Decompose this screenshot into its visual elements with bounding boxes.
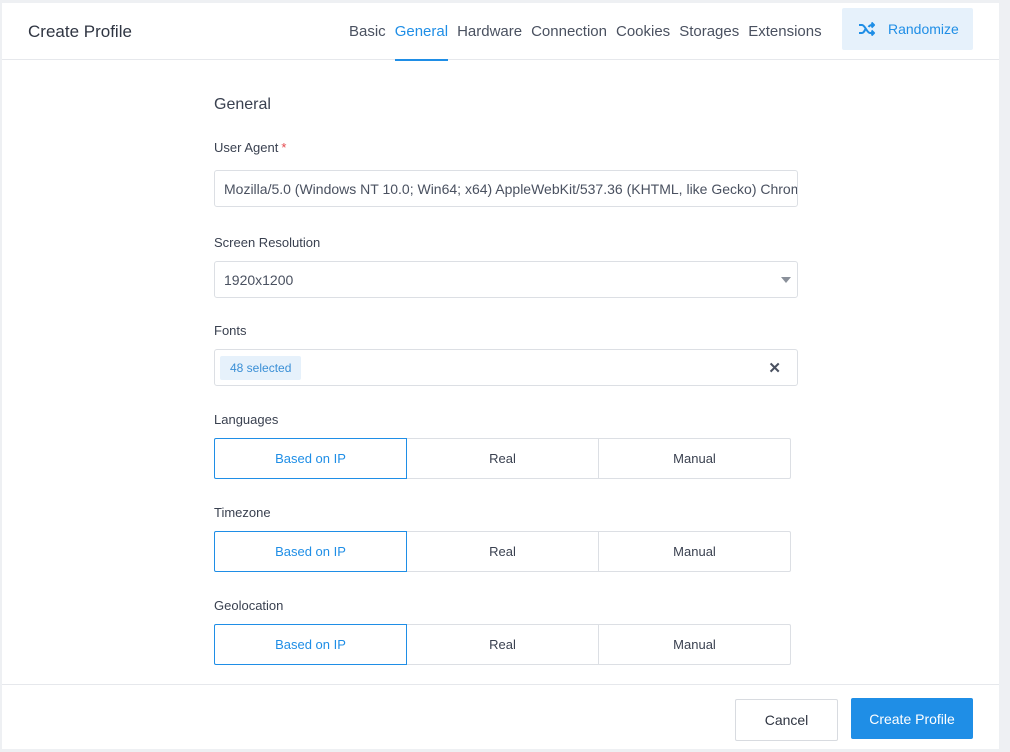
languages-option-manual[interactable]: Manual: [598, 438, 791, 479]
timezone-option-based-on-ip[interactable]: Based on IP: [214, 531, 407, 572]
dialog-header: Create Profile Basic General Hardware Co…: [2, 3, 999, 61]
user-agent-input[interactable]: Mozilla/5.0 (Windows NT 10.0; Win64; x64…: [214, 170, 798, 207]
randomize-label: Randomize: [888, 21, 959, 37]
tab-hardware[interactable]: Hardware: [457, 3, 522, 60]
tab-basic[interactable]: Basic: [349, 3, 386, 60]
geolocation-segmented-control: Based on IP Real Manual: [214, 624, 792, 665]
tab-cookies[interactable]: Cookies: [616, 3, 670, 60]
screen-resolution-label: Screen Resolution: [214, 235, 321, 250]
required-mark: *: [281, 140, 287, 155]
tab-storages[interactable]: Storages: [679, 3, 739, 60]
languages-option-based-on-ip[interactable]: Based on IP: [214, 438, 407, 479]
fonts-multiselect[interactable]: 48 selected ✕: [214, 349, 798, 386]
languages-label: Languages: [214, 412, 279, 427]
randomize-button[interactable]: Randomize: [842, 8, 973, 50]
fonts-label: Fonts: [214, 323, 247, 338]
shuffle-icon: [859, 22, 875, 36]
tab-bar: Basic General Hardware Connection Cookie…: [349, 3, 831, 61]
section-title: General: [214, 96, 271, 113]
create-profile-button[interactable]: Create Profile: [851, 698, 973, 739]
tab-extensions[interactable]: Extensions: [748, 3, 821, 60]
timezone-option-real[interactable]: Real: [406, 531, 599, 572]
languages-segmented-control: Based on IP Real Manual: [214, 438, 792, 479]
timezone-option-manual[interactable]: Manual: [598, 531, 791, 572]
geolocation-option-real[interactable]: Real: [406, 624, 599, 665]
dialog-title: Create Profile: [28, 22, 132, 41]
user-agent-label: User Agent *: [214, 140, 286, 155]
user-agent-value: Mozilla/5.0 (Windows NT 10.0; Win64; x64…: [224, 180, 798, 197]
tab-general[interactable]: General: [394, 3, 449, 61]
tab-connection[interactable]: Connection: [531, 3, 607, 60]
languages-option-real[interactable]: Real: [406, 438, 599, 479]
cancel-button[interactable]: Cancel: [735, 699, 838, 741]
fonts-selected-tag: 48 selected: [220, 355, 302, 380]
timezone-label: Timezone: [214, 505, 271, 520]
caret-down-icon: [781, 277, 791, 283]
clear-icon[interactable]: ✕: [768, 359, 781, 377]
timezone-segmented-control: Based on IP Real Manual: [214, 531, 792, 572]
user-agent-label-text: User Agent: [214, 140, 279, 155]
geolocation-option-based-on-ip[interactable]: Based on IP: [214, 624, 407, 665]
geolocation-option-manual[interactable]: Manual: [598, 624, 791, 665]
create-profile-dialog: Create Profile Basic General Hardware Co…: [2, 3, 999, 749]
geolocation-label: Geolocation: [214, 598, 284, 613]
screen-resolution-select[interactable]: 1920x1200: [214, 261, 798, 298]
dialog-footer: Cancel Create Profile: [2, 684, 999, 749]
screen-resolution-value: 1920x1200: [224, 271, 294, 288]
